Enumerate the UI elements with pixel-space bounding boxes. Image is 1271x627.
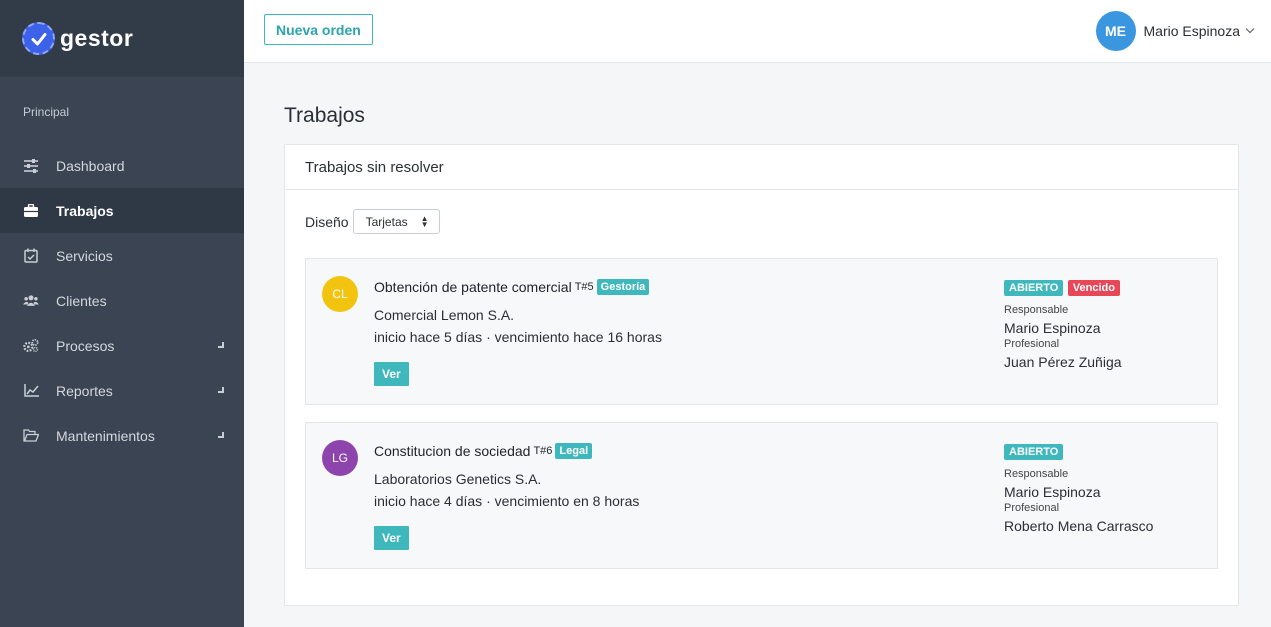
brand[interactable]: gestor [0, 0, 244, 77]
sidebar-item-dashboard[interactable]: Dashboard [0, 143, 244, 188]
sidebar-item-label: Trabajos [56, 202, 114, 219]
panel-title: Trabajos sin resolver [285, 145, 1238, 190]
user-avatar[interactable]: ME [1095, 11, 1136, 51]
job-code: T#5 [574, 281, 594, 293]
user-menu[interactable]: ME Mario Espinoza [1095, 11, 1255, 51]
sidebar-item-label: Mantenimientos [56, 427, 155, 444]
chevron-down-icon[interactable] [1245, 24, 1255, 34]
professional-label: Profesional [1004, 502, 1060, 514]
sidebar-item-trabajos[interactable]: Trabajos [0, 188, 244, 233]
new-order-button[interactable]: Nueva orden [264, 14, 373, 45]
client-name: Comercial Lemon S.A. [374, 307, 515, 323]
unresolved-jobs-panel: Trabajos sin resolver Diseño Tarjetas ▲ ▼… [284, 144, 1239, 606]
sidebar-item-reportes[interactable]: Reportes [0, 368, 244, 413]
view-job-button[interactable]: Ver [374, 526, 409, 550]
job-title: Obtención de patente comercial [374, 279, 572, 295]
sidebar-item-mantenimientos[interactable]: Mantenimientos [0, 413, 244, 458]
briefcase-icon [23, 203, 39, 219]
design-select-value: Tarjetas [365, 214, 408, 229]
client-avatar: CL [322, 276, 358, 312]
responsible-name: Mario Espinoza [1004, 484, 1101, 500]
sidebar-nav: Dashboard Trabajos Servicios Clientes Pr… [0, 143, 244, 458]
client-name: Laboratorios Genetics S.A. [374, 471, 542, 487]
responsible-name: Mario Espinoza [1004, 320, 1101, 336]
job-title: Constitucion de sociedad [374, 443, 531, 459]
design-selector-row: Diseño Tarjetas ▲ ▼ [305, 209, 440, 234]
job-timing: inicio hace 5 días · vencimiento hace 16… [374, 329, 662, 345]
status-badge: ABIERTO [1004, 280, 1064, 296]
users-icon [23, 293, 39, 309]
responsible-label: Responsable [1004, 304, 1069, 316]
expand-caret-icon [218, 432, 224, 438]
category-tag: Gestoría [596, 279, 650, 295]
view-job-button[interactable]: Ver [374, 362, 409, 386]
design-label: Diseño [305, 213, 349, 230]
check-logo-icon [22, 22, 55, 55]
sidebar: gestor Principal Dashboard Trabajos Serv… [0, 0, 244, 627]
page-title: Trabajos [284, 104, 365, 127]
sliders-icon [23, 158, 39, 174]
job-code: T#6 [533, 445, 553, 457]
design-select[interactable]: Tarjetas ▲ ▼ [352, 209, 440, 234]
brand-name: gestor [60, 25, 134, 51]
category-tag: Legal [555, 443, 593, 459]
expand-caret-icon [218, 387, 224, 393]
sidebar-item-label: Dashboard [56, 157, 125, 174]
sidebar-item-clientes[interactable]: Clientes [0, 278, 244, 323]
line-chart-icon [23, 383, 39, 399]
professional-name: Roberto Mena Carrasco [1004, 518, 1154, 534]
expand-caret-icon [218, 342, 224, 348]
sidebar-item-servicios[interactable]: Servicios [0, 233, 244, 278]
overdue-badge: Vencido [1067, 280, 1120, 296]
sidebar-item-label: Servicios [56, 247, 113, 264]
client-avatar: LG [322, 440, 358, 476]
sidebar-item-label: Procesos [56, 337, 115, 354]
job-card: CL Obtención de patente comercial T#5 Ge… [305, 258, 1218, 405]
sidebar-item-label: Clientes [56, 292, 107, 309]
cogs-icon [23, 338, 39, 354]
professional-name: Juan Pérez Zuñiga [1004, 354, 1122, 370]
sidebar-item-procesos[interactable]: Procesos [0, 323, 244, 368]
topbar: Nueva orden ME Mario Espinoza [244, 0, 1271, 63]
calendar-check-icon [23, 248, 39, 264]
user-name[interactable]: Mario Espinoza [1144, 23, 1241, 39]
professional-label: Profesional [1004, 338, 1060, 350]
sidebar-item-label: Reportes [56, 382, 113, 399]
responsible-label: Responsable [1004, 468, 1069, 480]
folder-open-icon [23, 428, 39, 444]
job-card: LG Constitucion de sociedad T#6 Legal La… [305, 422, 1218, 569]
select-arrows-icon: ▲ ▼ [420, 214, 429, 229]
job-timing: inicio hace 4 días · vencimiento en 8 ho… [374, 493, 640, 509]
nav-section-label: Principal [23, 105, 70, 119]
status-badge: ABIERTO [1004, 444, 1064, 460]
